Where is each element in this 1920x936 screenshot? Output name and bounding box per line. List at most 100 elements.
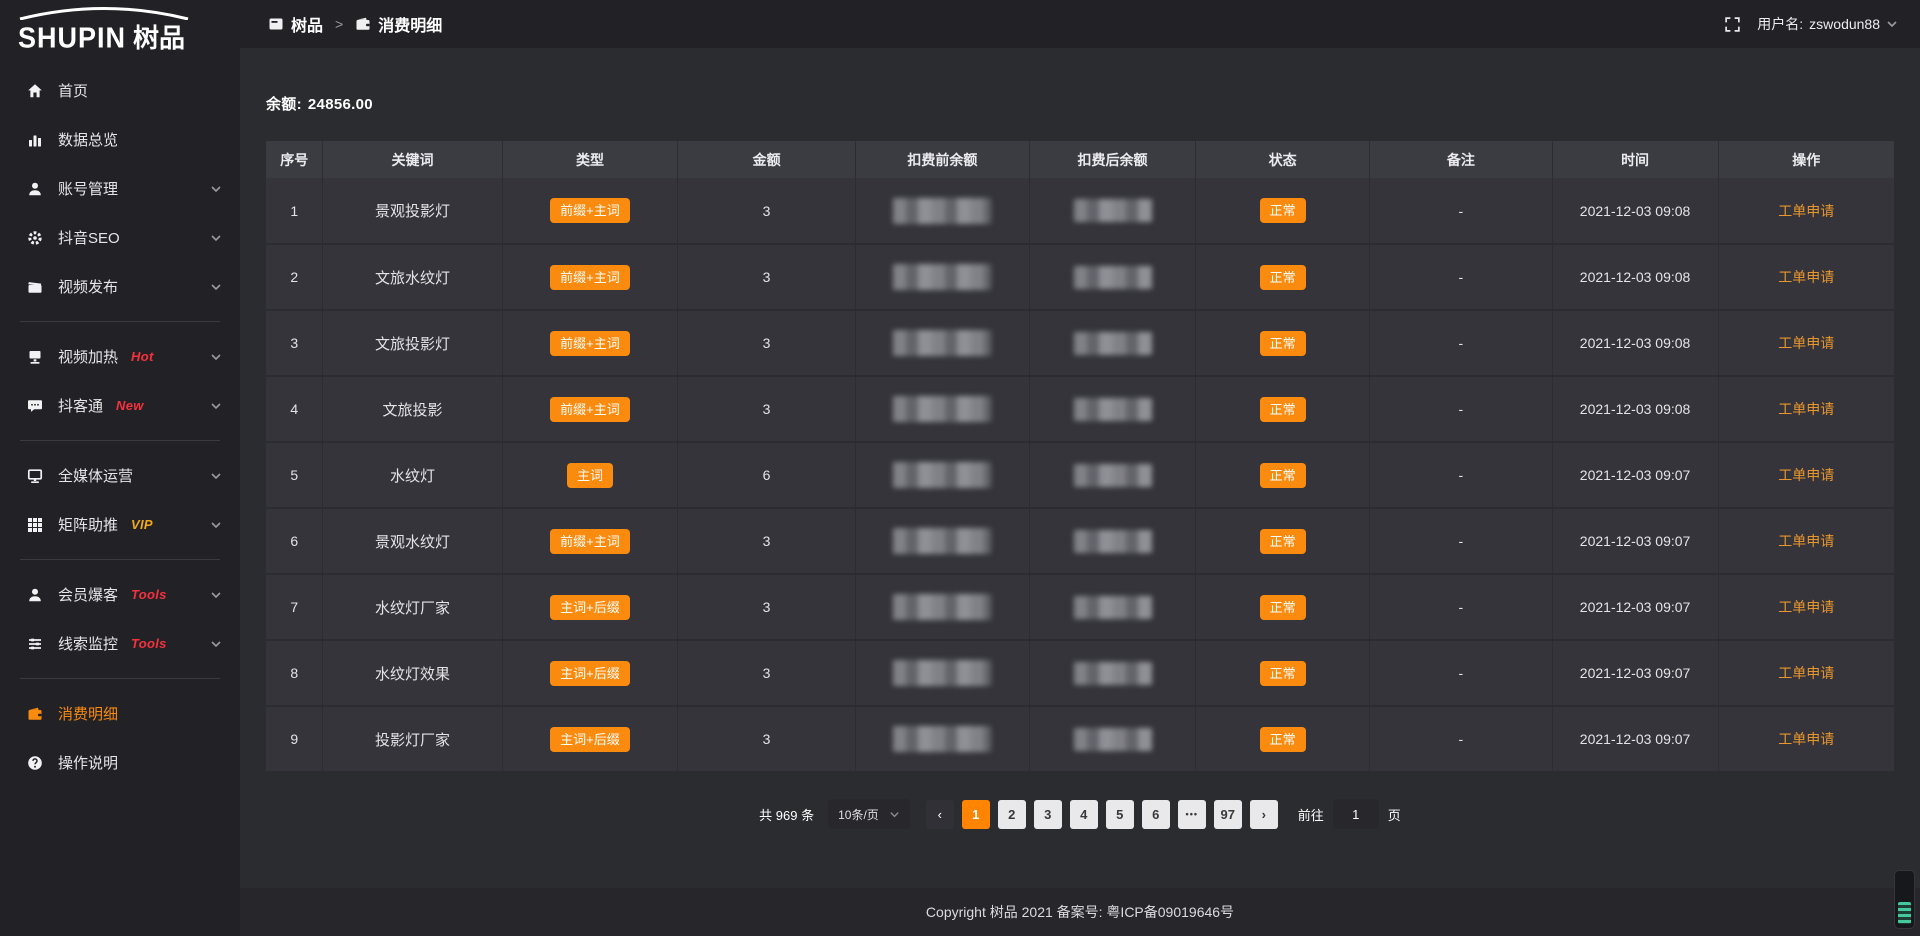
sidebar-item-wallet[interactable]: 消费明细	[0, 689, 240, 738]
table-row: 6景观水纹灯前缀+主词3正常-2021-12-03 09:07工单申请	[266, 508, 1894, 574]
cell-balance_before	[855, 376, 1029, 442]
cell-balance_before	[855, 706, 1029, 772]
masked-value	[893, 660, 991, 686]
cell-amount: 3	[678, 376, 855, 442]
breadcrumb-home[interactable]: 树品	[291, 12, 323, 36]
chevron-down-icon	[889, 809, 900, 820]
cell-type: 前缀+主词	[502, 178, 678, 244]
type-badge: 前缀+主词	[550, 529, 630, 554]
sidebar-item-chat[interactable]: 抖客通New	[0, 381, 240, 430]
table-row: 8水纹灯效果主词+后缀3正常-2021-12-03 09:07工单申请	[266, 640, 1894, 706]
status-badge: 正常	[1260, 265, 1306, 290]
cell-balance_after	[1029, 508, 1195, 574]
cell-remark: -	[1370, 178, 1552, 244]
consumption-table: 序号关键词类型金额扣费前余额扣费后余额状态备注时间操作 1景观投影灯前缀+主词3…	[266, 141, 1894, 773]
sidebar-item-matrix[interactable]: 矩阵助推VIP	[0, 500, 240, 549]
breadcrumb-current: 消费明细	[378, 12, 442, 36]
app-icon	[268, 16, 284, 32]
work-order-link[interactable]: 工单申请	[1778, 467, 1834, 483]
username-value: zswodun88	[1809, 16, 1880, 32]
cell-amount: 3	[678, 706, 855, 772]
type-badge: 主词	[567, 463, 613, 488]
chevron-down-icon	[210, 232, 222, 244]
goto-page-input[interactable]: 1	[1333, 799, 1379, 829]
sidebar-item-gear[interactable]: 抖音SEO	[0, 213, 240, 262]
chevron-down-icon	[210, 519, 222, 531]
status-badge: 正常	[1260, 727, 1306, 752]
cell-time: 2021-12-03 09:07	[1552, 706, 1718, 772]
page-ellipsis-button[interactable]: •••	[1178, 800, 1206, 829]
cell-amount: 3	[678, 310, 855, 376]
sidebar-item-label: 抖客通	[58, 395, 103, 416]
cell-remark: -	[1370, 310, 1552, 376]
goto-suffix: 页	[1388, 805, 1401, 824]
cell-index: 6	[266, 508, 323, 574]
logo-text: SHUPIN	[18, 22, 126, 55]
cell-keyword: 文旅投影	[323, 376, 502, 442]
fullscreen-icon[interactable]	[1724, 16, 1741, 33]
cell-index: 2	[266, 244, 323, 310]
sidebar-item-home[interactable]: 首页	[0, 66, 240, 115]
balance: 余额:24856.00	[266, 93, 1894, 114]
work-order-link[interactable]: 工单申请	[1778, 665, 1834, 681]
work-order-link[interactable]: 工单申请	[1778, 731, 1834, 747]
cell-status: 正常	[1196, 310, 1370, 376]
work-order-link[interactable]: 工单申请	[1778, 335, 1834, 351]
table-row: 4文旅投影前缀+主词3正常-2021-12-03 09:08工单申请	[266, 376, 1894, 442]
sidebar-item-member[interactable]: 会员爆客Tools	[0, 570, 240, 619]
cell-remark: -	[1370, 508, 1552, 574]
logo: SHUPIN树品	[0, 0, 240, 64]
page-button-6[interactable]: 6	[1142, 800, 1170, 829]
cell-status: 正常	[1196, 178, 1370, 244]
cell-keyword: 水纹灯厂家	[323, 574, 502, 640]
page-button-97[interactable]: 97	[1214, 800, 1242, 829]
type-badge: 主词+后缀	[550, 727, 630, 752]
question-icon	[26, 754, 44, 772]
sidebar-item-media[interactable]: 全媒体运营	[0, 451, 240, 500]
page-buttons: 123456 ••• 97	[962, 800, 1242, 829]
page-button-1[interactable]: 1	[962, 800, 990, 829]
floating-widget[interactable]	[1894, 870, 1915, 929]
sidebar-item-user[interactable]: 账号管理	[0, 164, 240, 213]
goto-label: 前往	[1298, 805, 1324, 824]
next-page-button[interactable]: ›	[1250, 800, 1278, 829]
page-button-5[interactable]: 5	[1106, 800, 1134, 829]
column-header-keyword: 关键词	[323, 141, 502, 178]
page-button-4[interactable]: 4	[1070, 800, 1098, 829]
cell-time: 2021-12-03 09:07	[1552, 640, 1718, 706]
cell-keyword: 水纹灯	[323, 442, 502, 508]
sidebar-item-video[interactable]: 视频发布	[0, 262, 240, 311]
cell-time: 2021-12-03 09:08	[1552, 376, 1718, 442]
sidebar-item-label: 数据总览	[58, 129, 118, 150]
work-order-link[interactable]: 工单申请	[1778, 203, 1834, 219]
sidebar-item-label: 抖音SEO	[58, 227, 120, 248]
work-order-link[interactable]: 工单申请	[1778, 599, 1834, 615]
masked-value	[1074, 596, 1152, 619]
work-order-link[interactable]: 工单申请	[1778, 401, 1834, 417]
sidebar-item-sliders[interactable]: 线索监控Tools	[0, 619, 240, 668]
wallet-icon	[355, 16, 371, 32]
sidebar-item-chart[interactable]: 数据总览	[0, 115, 240, 164]
work-order-link[interactable]: 工单申请	[1778, 269, 1834, 285]
page-size-select[interactable]: 10条/页	[828, 799, 910, 829]
status-badge: 正常	[1260, 661, 1306, 686]
sidebar-divider	[20, 678, 220, 679]
user-menu[interactable]: 用户名: zswodun88	[1757, 14, 1898, 34]
cell-remark: -	[1370, 706, 1552, 772]
work-order-link[interactable]: 工单申请	[1778, 533, 1834, 549]
masked-value	[893, 264, 991, 290]
prev-page-button[interactable]: ‹	[926, 800, 954, 829]
sidebar-item-heat[interactable]: 视频加热Hot	[0, 332, 240, 381]
cell-remark: -	[1370, 376, 1552, 442]
sidebar-item-question[interactable]: 操作说明	[0, 738, 240, 787]
table-body: 1景观投影灯前缀+主词3正常-2021-12-03 09:08工单申请2文旅水纹…	[266, 178, 1894, 772]
page-button-2[interactable]: 2	[998, 800, 1026, 829]
cell-action: 工单申请	[1718, 376, 1894, 442]
type-badge: 前缀+主词	[550, 265, 630, 290]
cell-time: 2021-12-03 09:08	[1552, 310, 1718, 376]
cell-type: 主词	[502, 442, 678, 508]
chevron-down-icon	[210, 351, 222, 363]
page-button-3[interactable]: 3	[1034, 800, 1062, 829]
column-header-time: 时间	[1552, 141, 1718, 178]
cell-type: 主词+后缀	[502, 706, 678, 772]
